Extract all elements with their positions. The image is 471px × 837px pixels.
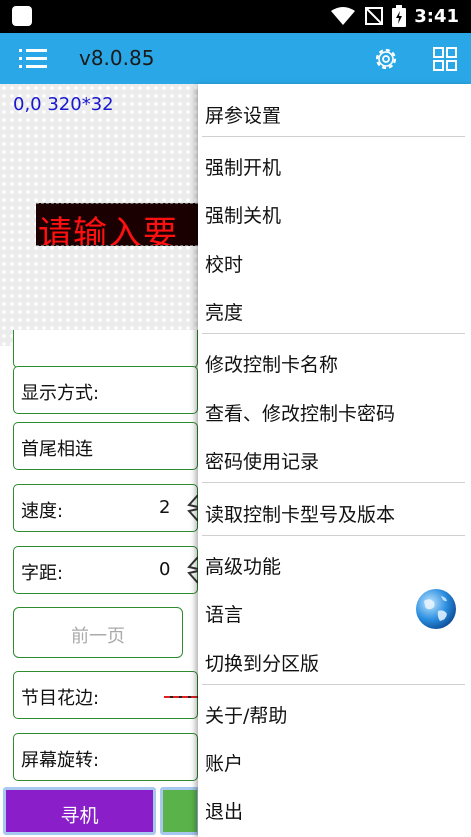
- menu-item-account[interactable]: 账户: [198, 737, 471, 783]
- menu-item-label: 强制开机: [205, 157, 282, 179]
- menu-item-exit[interactable]: 退出: [198, 785, 471, 831]
- prev-page-button[interactable]: 前一页: [13, 607, 183, 658]
- speed-cell[interactable]: 速度: 2: [13, 484, 199, 532]
- menu-divider: [202, 684, 465, 685]
- app-version-title: v8.0.85: [79, 46, 155, 70]
- display-mode-cell[interactable]: 显示方式:: [13, 366, 198, 414]
- menu-divider: [202, 333, 465, 334]
- spacing-cell[interactable]: 字距: 0: [13, 546, 199, 594]
- screen-rotation-label: 屏幕旋转:: [21, 750, 100, 771]
- menu-item-force-on[interactable]: 强制开机: [198, 141, 471, 187]
- status-time: 3:41: [414, 5, 459, 27]
- spacing-label: 字距:: [21, 563, 64, 584]
- app-bar: v8.0.85: [0, 33, 471, 84]
- speed-label: 速度:: [21, 501, 64, 522]
- menu-item-rename-card[interactable]: 修改控制卡名称: [198, 338, 471, 384]
- menu-item-label: 账户: [205, 753, 244, 775]
- head-tail-label: 首尾相连: [21, 439, 93, 460]
- led-text: 请输入要: [38, 214, 178, 246]
- led-coordinates: 0,0 320*32: [13, 94, 114, 115]
- menu-item-label: 强制关机: [205, 205, 282, 227]
- display-mode-label: 显示方式:: [21, 383, 100, 404]
- menu-item-card-password[interactable]: 查看、修改控制卡密码: [198, 387, 471, 433]
- menu-item-time-sync[interactable]: 校时: [198, 238, 471, 284]
- speed-value: 2: [159, 497, 171, 518]
- led-screen[interactable]: 请输入要: [36, 203, 198, 246]
- screen-rotation-cell[interactable]: 屏幕旋转:: [13, 733, 198, 781]
- menu-item-label: 密码使用记录: [205, 451, 320, 473]
- menu-item-label: 读取控制卡型号及版本: [205, 504, 396, 526]
- options-menu: 屏参设置 强制开机 强制关机 校时 亮度 修改控制卡名称 查看、修改控制卡密码 …: [198, 84, 471, 837]
- program-border-cell[interactable]: 节目花边:: [13, 671, 204, 719]
- battery-icon: [392, 5, 407, 27]
- search-device-label: 寻机: [60, 805, 99, 827]
- menu-item-label: 切换到分区版: [205, 653, 320, 675]
- menu-item-screen-params[interactable]: 屏参设置: [198, 89, 471, 135]
- menu-list-icon[interactable]: [18, 46, 48, 72]
- no-signal-icon: [365, 7, 384, 25]
- menu-item-read-model[interactable]: 读取控制卡型号及版本: [198, 488, 471, 534]
- menu-item-partition[interactable]: 切换到分区版: [198, 637, 471, 683]
- menu-item-label: 查看、修改控制卡密码: [205, 403, 396, 425]
- menu-item-label: 退出: [205, 801, 244, 823]
- menu-item-label: 高级功能: [205, 556, 282, 578]
- grid-icon[interactable]: [432, 46, 458, 72]
- spacing-value: 0: [159, 559, 171, 580]
- menu-divider: [202, 482, 465, 483]
- search-device-button[interactable]: 寻机: [3, 787, 156, 835]
- menu-divider: [202, 136, 465, 137]
- menu-item-about-help[interactable]: 关于/帮助: [198, 689, 471, 735]
- status-bar: 3:41: [0, 0, 471, 33]
- hidden-row: [13, 330, 198, 368]
- head-tail-cell[interactable]: 首尾相连: [13, 422, 198, 470]
- prev-page-label: 前一页: [71, 626, 125, 647]
- menu-item-password-log[interactable]: 密码使用记录: [198, 435, 471, 481]
- wifi-icon: [331, 7, 356, 25]
- menu-item-label: 语言: [205, 604, 244, 626]
- menu-item-label: 关于/帮助: [205, 705, 288, 727]
- notification-app-icon: [12, 6, 32, 26]
- menu-item-advanced[interactable]: 高级功能: [198, 540, 471, 586]
- globe-icon: [416, 589, 456, 629]
- program-border-label: 节目花边:: [21, 688, 100, 709]
- menu-item-label: 屏参设置: [205, 105, 282, 127]
- menu-item-label: 校时: [205, 254, 244, 276]
- green-action-button[interactable]: [160, 787, 200, 835]
- menu-item-label: 亮度: [205, 302, 244, 324]
- menu-item-label: 修改控制卡名称: [205, 354, 339, 376]
- status-icons: 3:41: [330, 4, 459, 28]
- menu-item-force-off[interactable]: 强制关机: [198, 189, 471, 235]
- menu-divider: [202, 535, 465, 536]
- menu-item-brightness[interactable]: 亮度: [198, 286, 471, 332]
- gear-icon[interactable]: [372, 45, 400, 73]
